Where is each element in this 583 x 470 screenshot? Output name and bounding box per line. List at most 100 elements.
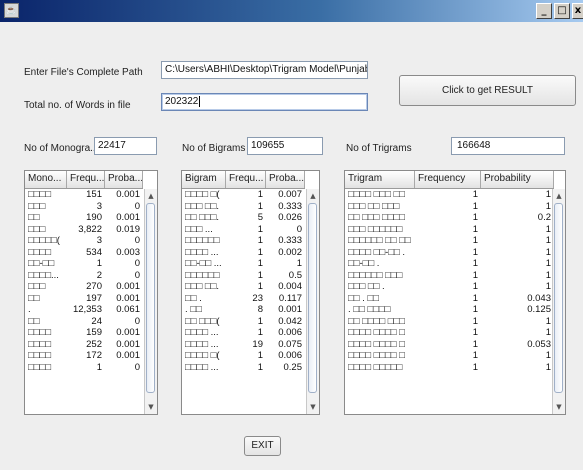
- table-row[interactable]: □□□□ 534 0.003: [25, 247, 146, 259]
- table-row[interactable]: □□□□□□ □□ □□ 1 1: [345, 235, 554, 247]
- table-cell: □□ □□□(: [185, 315, 220, 327]
- table-row[interactable]: □□□□ 172 0.001: [25, 350, 146, 362]
- column-header[interactable]: Frequency: [415, 171, 481, 188]
- table-row[interactable]: □□ 190 0.001: [25, 212, 146, 224]
- table-cell: 1: [545, 269, 551, 281]
- table-row[interactable]: □□□□ 252 0.001: [25, 339, 146, 351]
- table-row[interactable]: □□□□ ... 1 0.006: [182, 327, 308, 339]
- maximize-button[interactable]: □: [554, 3, 570, 19]
- table-row[interactable]: □□□□ □(1 0.006: [182, 350, 308, 362]
- vertical-scrollbar[interactable]: ▲ ▼: [306, 189, 319, 414]
- table-row[interactable]: □□□□□(3 0: [25, 235, 146, 247]
- table-row[interactable]: □□ □□□□ □□□ 1 1: [345, 316, 554, 328]
- table-row[interactable]: □□□ □□ □□□ 1 1: [345, 201, 554, 213]
- scroll-thumb[interactable]: [554, 203, 563, 393]
- table-row[interactable]: . 12,353 0.061: [25, 304, 146, 316]
- table-row[interactable]: . □□ 8 0.001: [182, 304, 308, 316]
- table-row[interactable]: □□□□ □□□□□ 1 1: [345, 362, 554, 374]
- table-row[interactable]: □□□□ ... 1 0.002: [182, 247, 308, 259]
- table-row[interactable]: □□ □□□. 5 0.026: [182, 212, 308, 224]
- total-words-input[interactable]: 202322: [161, 93, 368, 111]
- table-row[interactable]: □□□ □□□□□□ 1 1: [345, 224, 554, 236]
- table-cell: 0.5: [288, 269, 302, 281]
- table-cell: 0.001: [278, 304, 302, 315]
- table-row[interactable]: □□□□□□ 1 0.333: [182, 235, 308, 247]
- table-row[interactable]: □□-□□ ... 1 1: [182, 258, 308, 270]
- close-button[interactable]: x: [572, 3, 583, 19]
- table-row[interactable]: □□□□□□ □□□ 1 1: [345, 270, 554, 282]
- vertical-scrollbar[interactable]: ▲ ▼: [144, 189, 157, 414]
- table-row[interactable]: □□□□ □□□□ □ 1 0.053: [345, 339, 554, 351]
- table-row[interactable]: □□□ 270 0.001: [25, 281, 146, 293]
- table-cell: 1: [472, 338, 478, 350]
- table-row[interactable]: □□□ 3,822 0.019: [25, 224, 146, 236]
- table-row[interactable]: □□□□□□ 1 0.5: [182, 270, 308, 282]
- table-row[interactable]: □□□□ 1 0: [25, 362, 146, 374]
- scroll-up-arrow-icon[interactable]: ▲: [307, 190, 319, 202]
- column-header[interactable]: Proba...: [266, 171, 305, 188]
- scroll-thumb[interactable]: [308, 203, 317, 393]
- table-row[interactable]: □□ 197 0.001: [25, 293, 146, 305]
- table-cell: 1: [545, 223, 551, 235]
- bigram-table[interactable]: Bigram Frequ... Proba... □□□□ □(1 0.007 □□…: [181, 170, 320, 415]
- table-cell: 172: [86, 350, 102, 361]
- table-row[interactable]: . □□ □□□□ 1 0.125: [345, 304, 554, 316]
- bigram-table-body: □□□□ □(1 0.007 □□□ □□. 1 0.333 □□ □□□. 5 0.026 □…: [182, 189, 308, 414]
- table-row[interactable]: □□ . 23 0.117: [182, 293, 308, 305]
- table-row[interactable]: □□□ □□ . 1 1: [345, 281, 554, 293]
- table-cell: □□□□ □□□□□: [348, 361, 403, 373]
- table-row[interactable]: □□ 24 0: [25, 316, 146, 328]
- table-row[interactable]: □□-□□ . 1 1: [345, 258, 554, 270]
- bigrams-count-input[interactable]: 109655: [247, 137, 323, 155]
- scroll-down-arrow-icon[interactable]: ▼: [307, 401, 319, 413]
- column-header[interactable]: Bigram: [182, 171, 226, 188]
- table-row[interactable]: □□-□□ 1 0: [25, 258, 146, 270]
- table-row[interactable]: □□□□ □□□□ □ 1 1: [345, 350, 554, 362]
- table-row[interactable]: □□□□ 159 0.001: [25, 327, 146, 339]
- column-header[interactable]: Frequ...: [226, 171, 266, 188]
- table-row[interactable]: □□□ □□. 1 0.004: [182, 281, 308, 293]
- table-row[interactable]: □□ □□□(1 0.042: [182, 316, 308, 328]
- get-result-button[interactable]: Click to get RESULT: [399, 75, 576, 106]
- table-row[interactable]: □□□□ □(1 0.007: [182, 189, 308, 201]
- column-header[interactable]: Trigram: [345, 171, 415, 188]
- monogram-table[interactable]: Mono... Frequ... Proba... □□□□ 151 0.001 □□…: [24, 170, 158, 415]
- table-cell: 3,822: [78, 223, 102, 235]
- table-row[interactable]: □□□ 3 0: [25, 201, 146, 213]
- table-cell: .: [28, 304, 31, 315]
- monograms-count-input[interactable]: 22417: [94, 137, 157, 155]
- table-row[interactable]: □□□□ ... 1 0.25: [182, 362, 308, 374]
- column-header[interactable]: Proba...: [105, 171, 143, 188]
- table-cell: □□□□□□: [185, 269, 220, 281]
- table-row[interactable]: □□□ ... 1 0: [182, 224, 308, 236]
- vertical-scrollbar[interactable]: ▲ ▼: [552, 189, 565, 414]
- table-cell: □□□□...: [28, 269, 59, 281]
- column-header[interactable]: Probability: [481, 171, 554, 188]
- scroll-down-arrow-icon[interactable]: ▼: [553, 401, 565, 413]
- table-row[interactable]: □□□□... 2 0: [25, 270, 146, 282]
- column-header[interactable]: Frequ...: [67, 171, 105, 188]
- table-row[interactable]: □□ □□□ □□□□ 1 0.2: [345, 212, 554, 224]
- table-cell: □□□□ □□□□ □: [348, 338, 405, 350]
- table-row[interactable]: □□□□ □□-□□ . 1 1: [345, 247, 554, 259]
- column-header[interactable]: Mono...: [25, 171, 67, 188]
- scroll-down-arrow-icon[interactable]: ▼: [145, 401, 157, 413]
- minimize-button[interactable]: _: [536, 3, 552, 19]
- table-row[interactable]: □□□□ ... 19 0.075: [182, 339, 308, 351]
- table-cell: 0: [134, 235, 140, 246]
- scroll-up-arrow-icon[interactable]: ▲: [145, 190, 157, 202]
- file-path-input[interactable]: C:\Users\ABHI\Desktop\Trigram Model\Punj…: [161, 61, 368, 79]
- table-row[interactable]: □□□□ 151 0.001: [25, 189, 146, 201]
- trigrams-count-input[interactable]: 166648: [451, 137, 565, 155]
- scroll-up-arrow-icon[interactable]: ▲: [553, 190, 565, 202]
- table-row[interactable]: □□□□ □□□□ □ 1 1: [345, 327, 554, 339]
- scroll-thumb[interactable]: [146, 203, 155, 393]
- exit-button[interactable]: EXIT: [244, 436, 281, 456]
- table-cell: 1: [257, 200, 263, 212]
- table-row[interactable]: □□ . □□ 1 0.043: [345, 293, 554, 305]
- table-cell: 1: [545, 350, 551, 361]
- trigram-table[interactable]: Trigram Frequency Probability □□□□ □□□ □…: [344, 170, 566, 415]
- table-row[interactable]: □□□□ □□□ □□ 1 1: [345, 189, 554, 201]
- table-row[interactable]: □□□ □□. 1 0.333: [182, 201, 308, 213]
- table-cell: 5: [257, 212, 263, 223]
